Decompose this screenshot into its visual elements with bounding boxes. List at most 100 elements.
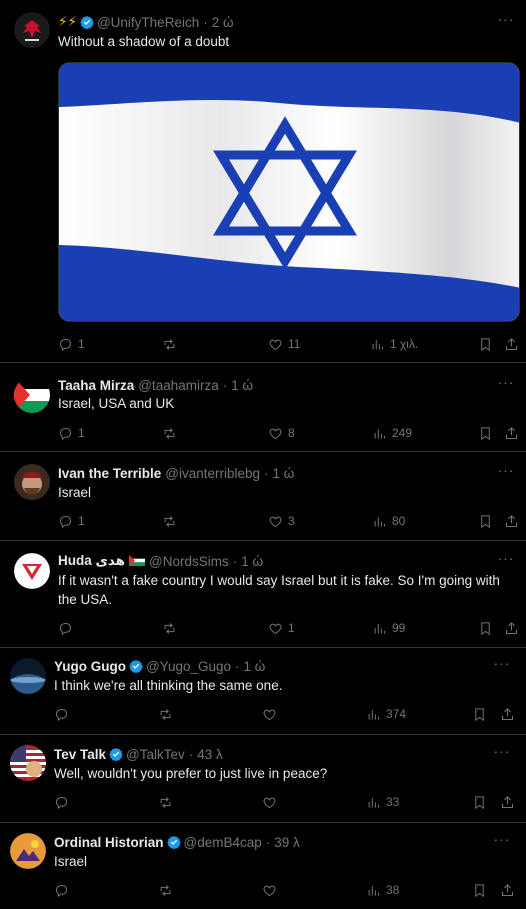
share-button[interactable]	[500, 880, 515, 900]
display-name[interactable]: Huda هدى	[58, 553, 125, 569]
share-button[interactable]	[500, 792, 515, 812]
retweet-button[interactable]	[158, 880, 178, 900]
display-name[interactable]: Ordinal Historian	[54, 835, 164, 850]
like-button[interactable]: 8	[268, 423, 295, 443]
reply-button[interactable]	[54, 704, 74, 724]
more-icon[interactable]: ···	[492, 744, 512, 762]
tweet[interactable]: Ordinal Historian @demB4cap · 39 λ ··· I…	[0, 823, 526, 909]
tweet[interactable]: Tev Talk @TalkTev · 43 λ ··· Well, would…	[0, 735, 526, 823]
share-icon	[500, 883, 515, 898]
share-button[interactable]	[504, 334, 519, 354]
display-name[interactable]: Ivan the Terrible	[58, 466, 161, 481]
handle[interactable]: @ivanterriblebg	[165, 466, 260, 481]
like-button[interactable]: 1	[268, 618, 295, 638]
display-name[interactable]: Yugo Gugo	[54, 659, 126, 674]
views-button[interactable]: 80	[372, 511, 405, 531]
timestamp[interactable]: 43 λ	[197, 747, 223, 762]
handle[interactable]: @TalkTev	[126, 747, 185, 762]
tweet-actions: 38	[54, 880, 518, 900]
more-icon[interactable]: ···	[496, 12, 516, 30]
reply-button[interactable]: 1	[58, 511, 85, 531]
more-icon[interactable]: ···	[496, 551, 516, 569]
retweet-icon	[162, 426, 177, 441]
retweet-button[interactable]	[158, 704, 178, 724]
handle[interactable]: @Yugo_Gugo	[146, 659, 231, 674]
reply-button[interactable]	[54, 792, 74, 812]
reply-button[interactable]: 1	[58, 334, 85, 354]
more-icon[interactable]: ···	[492, 832, 512, 850]
avatar[interactable]	[10, 745, 46, 781]
bookmark-button[interactable]	[472, 704, 487, 724]
handle[interactable]: @UnifyTheReich	[97, 15, 199, 30]
tweet-text: If it wasn't a fake country I would say …	[58, 573, 500, 607]
timestamp[interactable]: 2 ώ	[212, 15, 234, 30]
retweet-icon	[162, 514, 177, 529]
share-button[interactable]	[504, 423, 519, 443]
avatar[interactable]	[14, 464, 50, 500]
views-button[interactable]: 99	[372, 618, 405, 638]
bookmark-button[interactable]	[472, 880, 487, 900]
views-button[interactable]: 33	[366, 792, 399, 812]
tweet[interactable]: ⚡⚡ @UnifyTheReich · 2 ώ ··· Without a sh…	[0, 0, 526, 363]
display-name[interactable]: Taaha Mirza	[58, 378, 134, 393]
timestamp[interactable]: 1 ώ	[244, 659, 266, 674]
reply-button[interactable]	[54, 880, 74, 900]
tweet[interactable]: Taaha Mirza @taahamirza · 1 ώ ··· Israel…	[0, 363, 526, 452]
views-button[interactable]: 249	[372, 423, 412, 443]
views-button[interactable]: 374	[366, 704, 406, 724]
tweet[interactable]: Yugo Gugo @Yugo_Gugo · 1 ώ ··· I think w…	[0, 648, 526, 735]
bookmark-button[interactable]	[478, 618, 493, 638]
timestamp[interactable]: 1 ώ	[273, 466, 295, 481]
retweet-button[interactable]	[158, 792, 178, 812]
bookmark-button[interactable]	[478, 334, 493, 354]
tweet-text: Israel	[58, 485, 92, 500]
like-button[interactable]: 11	[268, 334, 300, 354]
like-icon	[262, 795, 277, 810]
retweet-button[interactable]	[162, 334, 182, 354]
like-button[interactable]: 3	[268, 511, 295, 531]
israel-flag-image[interactable]	[58, 62, 520, 322]
more-icon[interactable]: ···	[492, 656, 512, 674]
bookmark-button[interactable]	[478, 511, 493, 531]
more-icon[interactable]: ···	[496, 375, 516, 393]
retweet-icon	[158, 883, 173, 898]
handle[interactable]: @taahamirza	[138, 378, 219, 393]
share-button[interactable]	[504, 618, 519, 638]
like-button[interactable]	[262, 704, 282, 724]
share-button[interactable]	[504, 511, 519, 531]
tweet-actions: 1 8 249	[58, 423, 518, 443]
avatar[interactable]	[10, 658, 46, 694]
views-icon	[366, 795, 381, 810]
bookmark-icon	[478, 514, 493, 529]
reply-button[interactable]: 1	[58, 423, 85, 443]
tweet-header: ⚡⚡ @UnifyTheReich · 2 ώ	[58, 14, 234, 30]
retweet-button[interactable]	[162, 618, 182, 638]
handle[interactable]: @NordsSims	[149, 554, 229, 569]
like-button[interactable]	[262, 792, 282, 812]
tweet[interactable]: Ivan the Terrible @ivanterriblebg · 1 ώ …	[0, 452, 526, 541]
share-button[interactable]	[500, 704, 515, 724]
bookmark-button[interactable]	[472, 792, 487, 812]
display-name[interactable]: Tev Talk	[54, 747, 106, 762]
avatar[interactable]	[14, 12, 50, 48]
tweet[interactable]: Huda هدى @NordsSims · 1 ώ ··· If it wasn…	[0, 541, 526, 648]
timestamp[interactable]: 39 λ	[274, 835, 300, 850]
retweet-button[interactable]	[162, 423, 182, 443]
like-button[interactable]	[262, 880, 282, 900]
bookmark-button[interactable]	[478, 423, 493, 443]
more-icon[interactable]: ···	[496, 463, 516, 481]
timestamp[interactable]: 1 ώ	[241, 554, 263, 569]
views-button[interactable]: 1 χιλ.	[370, 334, 418, 354]
views-button[interactable]: 38	[366, 880, 399, 900]
bookmark-icon	[472, 795, 487, 810]
reply-button[interactable]	[58, 618, 78, 638]
palestine-flag-emoji	[129, 554, 146, 569]
timestamp[interactable]: 1 ώ	[231, 378, 253, 393]
avatar[interactable]	[14, 553, 50, 589]
bookmark-icon	[472, 707, 487, 722]
avatar[interactable]	[10, 833, 46, 869]
tweet-actions: 1 3 80	[58, 511, 518, 531]
retweet-button[interactable]	[162, 511, 182, 531]
avatar[interactable]	[14, 377, 50, 413]
handle[interactable]: @demB4cap	[184, 835, 262, 850]
